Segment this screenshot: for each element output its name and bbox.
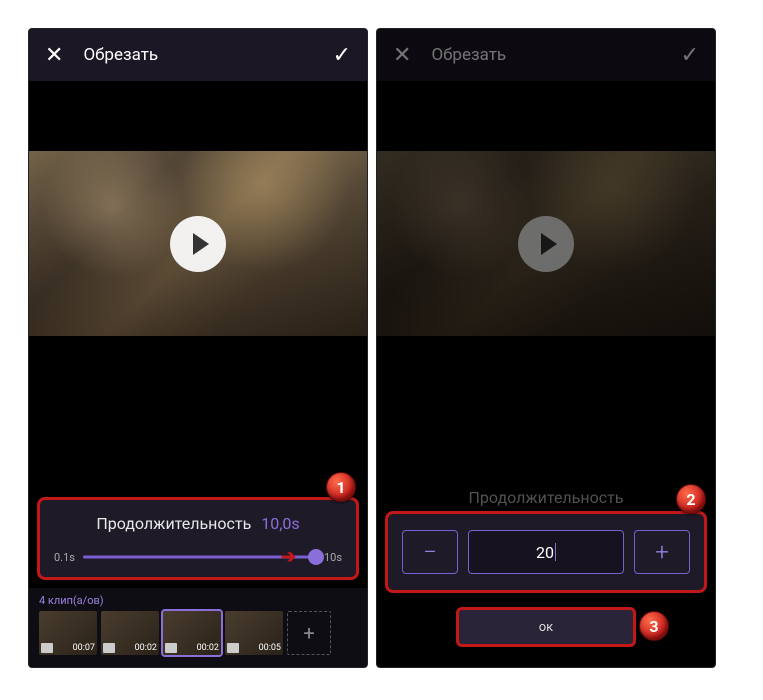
close-icon[interactable]: ✕ [393, 43, 411, 68]
slider-min-label: 0.1s [54, 551, 75, 564]
stepper-panel: 2 − 20 + [385, 511, 707, 593]
decrement-button[interactable]: − [402, 530, 458, 574]
play-button[interactable] [518, 216, 574, 272]
video-preview [29, 151, 367, 336]
clip-time: 00:07 [73, 643, 95, 653]
clip-time: 00:02 [197, 643, 219, 653]
ok-button[interactable]: ок [456, 607, 636, 647]
page-title: Обрезать [431, 45, 680, 65]
callout-badge-3: 3 [639, 611, 669, 641]
duration-panel: 1 Продолжительность 10,0s 0.1s ➔ 10s [37, 497, 359, 580]
slider-max-label: 10s [324, 551, 342, 564]
clips-strip: 4 клип(а/ов) 00:07 00:02 00:02 00:05 + [29, 588, 367, 667]
increment-button[interactable]: + [634, 530, 690, 574]
duration-label-dimmed: Продолжительность [377, 488, 715, 507]
page-title: Обрезать [83, 45, 332, 65]
image-icon [41, 643, 53, 653]
duration-value[interactable]: 10,0s [261, 514, 299, 533]
add-clip-button[interactable]: + [287, 611, 331, 655]
clip-thumb-active[interactable]: 00:02 [163, 611, 221, 655]
check-icon[interactable]: ✓ [681, 43, 699, 68]
callout-badge-1: 1 [326, 472, 356, 502]
callout-badge-2: 2 [676, 484, 706, 514]
video-preview [377, 151, 715, 336]
close-icon[interactable]: ✕ [45, 43, 63, 68]
check-icon[interactable]: ✓ [333, 43, 351, 68]
topbar: ✕ Обрезать ✓ [377, 29, 715, 81]
play-button[interactable] [170, 216, 226, 272]
duration-label: Продолжительность [96, 514, 251, 533]
phone-right: ✕ Обрезать ✓ Продолжительность 2 − 20 + … [376, 28, 716, 668]
topbar: ✕ Обрезать ✓ [29, 29, 367, 81]
phone-left: ✕ Обрезать ✓ 1 Продолжительность 10,0s 0… [28, 28, 368, 668]
clip-thumb[interactable]: 00:07 [39, 611, 97, 655]
clip-time: 00:05 [259, 643, 281, 653]
arrow-right-icon: ➔ [281, 547, 296, 568]
image-icon [227, 643, 239, 653]
slider-thumb[interactable] [308, 549, 324, 565]
image-icon [103, 643, 115, 653]
clips-count: 4 клип(а/ов) [39, 594, 357, 607]
duration-slider[interactable]: ➔ [83, 547, 316, 567]
stepper-input[interactable]: 20 [468, 530, 624, 574]
clip-thumb[interactable]: 00:05 [225, 611, 283, 655]
image-icon [165, 643, 177, 653]
clip-time: 00:02 [135, 643, 157, 653]
clip-thumb[interactable]: 00:02 [101, 611, 159, 655]
